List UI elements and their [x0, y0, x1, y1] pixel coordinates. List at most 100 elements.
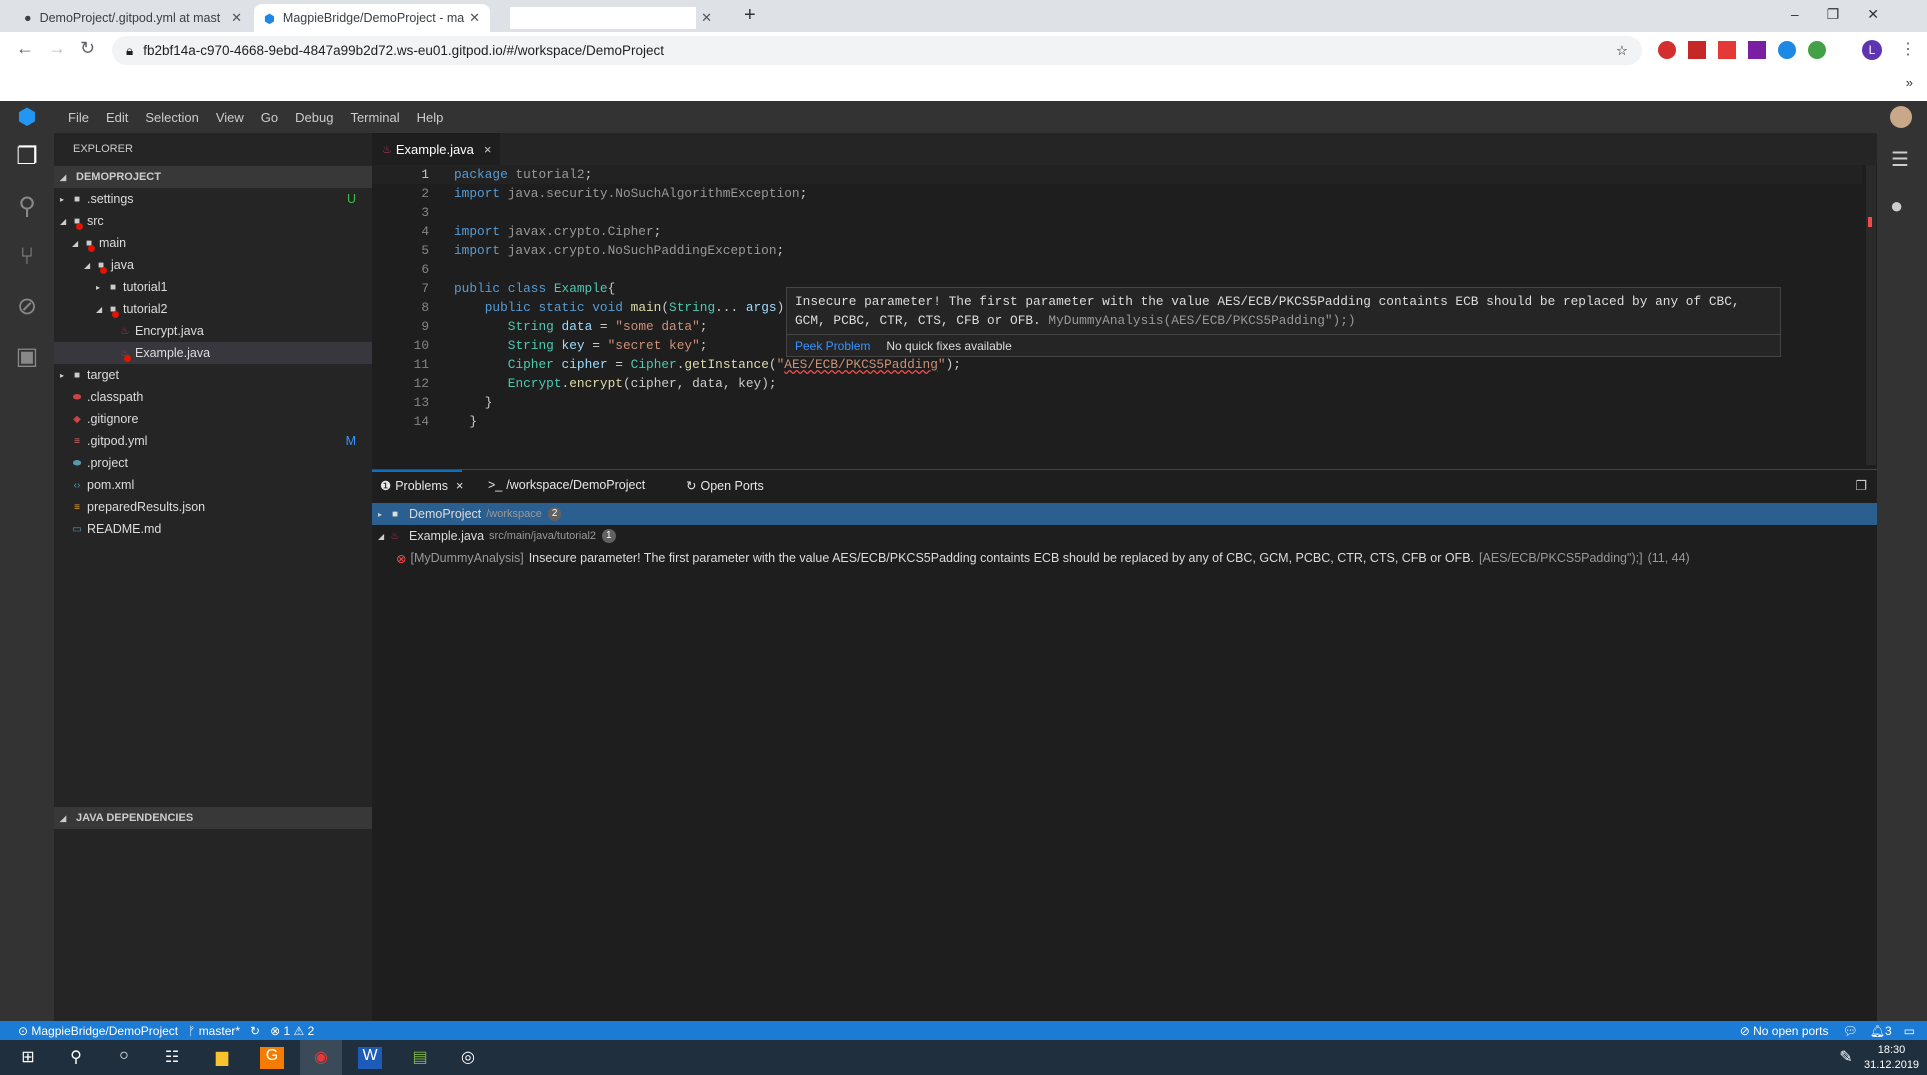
- tree-item[interactable]: ◢ ■ java: [54, 254, 372, 276]
- close-tab-icon[interactable]: ✕: [231, 10, 242, 26]
- status-repo[interactable]: ⊙ MagpieBridge/DemoProject: [18, 1024, 178, 1038]
- maximize-panel-icon[interactable]: ❐: [1855, 478, 1867, 494]
- tab-problems[interactable]: ❶ Problems ×: [380, 478, 463, 494]
- tree-item[interactable]: ‹› pom.xml: [54, 474, 372, 496]
- tree-item[interactable]: ◆ .gitignore: [54, 408, 372, 430]
- tree-item[interactable]: ⬬ .classpath: [54, 386, 372, 408]
- tree-item[interactable]: ≡ .gitpod.yml M: [54, 430, 372, 452]
- tree-item[interactable]: ≡ preparedResults.json: [54, 496, 372, 518]
- menu-terminal[interactable]: Terminal: [350, 110, 399, 125]
- browser-tab-gitpod[interactable]: ⬢ MagpieBridge/DemoProject - ma ✕: [254, 4, 490, 32]
- menu-go[interactable]: Go: [261, 110, 278, 125]
- search-icon[interactable]: ⚲: [13, 193, 41, 221]
- clock[interactable]: 18:30 31.12.2019: [1864, 1043, 1919, 1073]
- debug-icon[interactable]: ⊘: [13, 293, 41, 321]
- project-section-header[interactable]: ◢ DEMOPROJECT: [54, 166, 372, 188]
- github-icon[interactable]: ●: [1890, 193, 1903, 219]
- menu-help[interactable]: Help: [417, 110, 444, 125]
- browser-tab-github[interactable]: ● DemoProject/.gitpod.yml at mast ✕: [14, 4, 252, 32]
- menu-edit[interactable]: Edit: [106, 110, 128, 125]
- notifications[interactable]: 🔔︎3: [1870, 1024, 1892, 1038]
- menu-view[interactable]: View: [216, 110, 244, 125]
- code-token: data: [561, 319, 593, 334]
- code-line[interactable]: 4 import javax.crypto.Cipher;: [372, 222, 1862, 241]
- problems-file-row[interactable]: ◢ ♨ Example.java src/main/java/tutorial2 1: [372, 525, 1877, 547]
- tree-item[interactable]: ▸ ■ tutorial1: [54, 276, 372, 298]
- explorer-icon[interactable]: ❐: [13, 143, 41, 171]
- close-tab-icon[interactable]: ✕: [701, 10, 712, 26]
- explorer-sidebar: EXPLORER ◢ DEMOPROJECT ▸ ■ .settings U ◢ ■ src ◢…: [54, 133, 372, 1021]
- tree-item[interactable]: ⬬ .project: [54, 452, 372, 474]
- tree-item[interactable]: ▸ ■ target: [54, 364, 372, 386]
- obs-icon[interactable]: ◎: [456, 1047, 480, 1069]
- code-line[interactable]: 14 }: [372, 412, 1862, 431]
- app-g-icon[interactable]: G: [260, 1047, 284, 1069]
- profile-avatar[interactable]: L: [1862, 40, 1882, 60]
- outline-icon[interactable]: ☰: [1891, 147, 1909, 172]
- file-explorer-icon[interactable]: ▆: [210, 1047, 234, 1069]
- code-line[interactable]: 6: [372, 260, 1862, 279]
- tree-item[interactable]: ♨ Encrypt.java: [54, 320, 372, 342]
- tab-open-ports[interactable]: ↻ Open Ports: [686, 478, 764, 494]
- java-dependencies-header[interactable]: ◢ JAVA DEPENDENCIES: [54, 807, 372, 829]
- cortana-icon[interactable]: ○: [112, 1047, 136, 1069]
- back-icon[interactable]: ←: [16, 38, 34, 59]
- close-tab-icon[interactable]: ×: [484, 142, 492, 157]
- code-line[interactable]: 13 }: [372, 393, 1862, 412]
- word-icon[interactable]: W: [358, 1047, 382, 1069]
- menu-file[interactable]: File: [68, 110, 89, 125]
- tree-item[interactable]: ◢ ■ tutorial2: [54, 298, 372, 320]
- editor-scrollbar[interactable]: [1866, 165, 1876, 465]
- editor-tab-example-java[interactable]: ♨ Example.java ×: [372, 133, 500, 165]
- source-control-icon[interactable]: ⑂: [13, 243, 41, 271]
- menu-selection[interactable]: Selection: [145, 110, 198, 125]
- folder-icon: ■: [73, 193, 81, 205]
- extension-icons[interactable]: [1658, 41, 1848, 59]
- url-input[interactable]: 🔒︎ fb2bf14a-c970-4668-9ebd-4847a99b2d72.w…: [112, 36, 1642, 65]
- code-line[interactable]: 11 Cipher cipher = Cipher.getInstance("A…: [372, 355, 1862, 374]
- close-icon[interactable]: ×: [456, 479, 463, 493]
- code-line[interactable]: 1 package tutorial2;: [372, 165, 1862, 184]
- reload-icon[interactable]: ↻: [80, 38, 95, 59]
- windows-start-icon[interactable]: ⊞: [16, 1047, 40, 1069]
- sync-icon[interactable]: ↻: [250, 1024, 260, 1038]
- problem-item[interactable]: ⊗ [MyDummyAnalysis] Insecure parameter! Th…: [372, 547, 1877, 569]
- forward-icon[interactable]: →: [48, 38, 66, 59]
- notepad-icon[interactable]: ▤: [408, 1047, 432, 1069]
- tree-item[interactable]: ▭ README.md: [54, 518, 372, 540]
- code-line[interactable]: 2 import java.security.NoSuchAlgorithmExc…: [372, 184, 1862, 203]
- tree-item[interactable]: ◢ ■ main: [54, 232, 372, 254]
- task-view-icon[interactable]: ☷: [160, 1047, 184, 1069]
- tree-item[interactable]: ◢ ■ src: [54, 210, 372, 232]
- status-branch[interactable]: ᚠ master*: [188, 1024, 240, 1038]
- new-tab-button[interactable]: +: [744, 4, 756, 27]
- line-number: 7: [421, 281, 429, 296]
- chrome-icon[interactable]: ◉: [300, 1040, 342, 1075]
- menu-debug[interactable]: Debug: [295, 110, 333, 125]
- layout-icon[interactable]: ▭: [1904, 1024, 1915, 1038]
- tree-item-label: tutorial1: [123, 280, 168, 294]
- code-line[interactable]: 5 import javax.crypto.NoSuchPaddingExcept…: [372, 241, 1862, 260]
- code-text: import javax.crypto.NoSuchPaddingExcepti…: [454, 241, 784, 260]
- feedback-icon[interactable]: 💬︎: [1843, 1024, 1858, 1038]
- menu-icon[interactable]: ⋮: [1900, 39, 1916, 59]
- extensions-icon[interactable]: ▣: [13, 343, 41, 371]
- close-tab-icon[interactable]: ✕: [469, 10, 480, 26]
- tree-item[interactable]: ♨ Example.java: [54, 342, 372, 364]
- star-icon[interactable]: ☆: [1616, 43, 1628, 59]
- more-bookmarks[interactable]: »: [1906, 75, 1913, 90]
- tree-item[interactable]: ▸ ■ .settings U: [54, 188, 372, 210]
- pen-icon[interactable]: ✎: [1834, 1047, 1858, 1069]
- tab-terminal[interactable]: >_/workspace/DemoProject: [488, 478, 645, 492]
- code-line[interactable]: 3: [372, 203, 1862, 222]
- code-line[interactable]: 12 Encrypt.encrypt(cipher, data, key);: [372, 374, 1862, 393]
- user-avatar[interactable]: [1890, 106, 1912, 128]
- status-ports[interactable]: ⊘ No open ports: [1740, 1024, 1829, 1038]
- window-controls[interactable]: –❐✕: [1791, 6, 1907, 23]
- browser-tab-blank[interactable]: ✕: [500, 4, 722, 32]
- status-problems[interactable]: ⊗ 1 ⚠ 2: [270, 1024, 314, 1038]
- peek-problem-link[interactable]: Peek Problem: [795, 339, 870, 353]
- search-icon[interactable]: ⚲: [64, 1047, 88, 1069]
- problems-root-row[interactable]: ▸ ■ DemoProject/workspace 2: [372, 503, 1877, 525]
